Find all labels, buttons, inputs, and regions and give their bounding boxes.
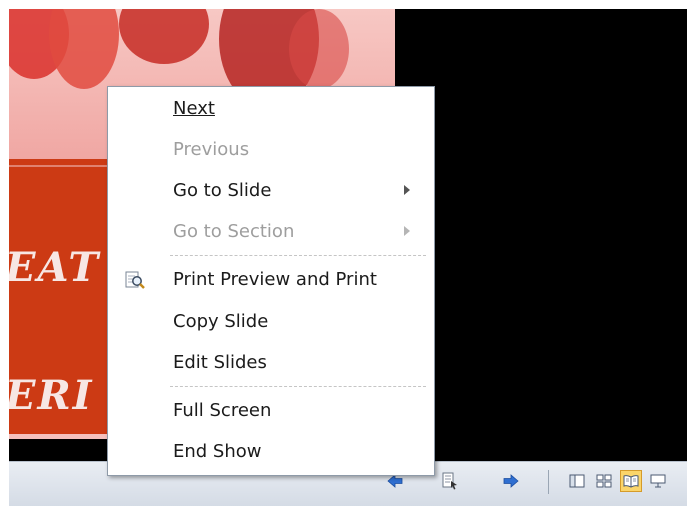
menu-item-go-to-slide[interactable]: Go to Slide (110, 173, 430, 209)
menu-item-previous: Previous (110, 132, 430, 168)
slide-menu-icon[interactable] (441, 472, 459, 490)
slide-decoration (289, 9, 349, 89)
menu-item-edit-slides[interactable]: Edit Slides (110, 345, 430, 381)
menu-item-label: Copy Slide (173, 311, 269, 332)
menu-item-next[interactable]: Next (110, 91, 430, 127)
print-preview-icon (124, 270, 146, 290)
slide-sorter-icon[interactable] (593, 470, 615, 492)
menu-item-end-show[interactable]: End Show (110, 434, 430, 470)
context-menu: Next Previous Go to Slide Go to Section (107, 86, 435, 476)
menu-item-go-to-section: Go to Section (110, 214, 430, 250)
menu-item-label: Next (173, 98, 215, 119)
menu-item-label: Previous (173, 139, 250, 160)
menu-separator (170, 386, 426, 387)
reading-view-window: EAT ERI Next Previous Go to Slide Go to … (9, 9, 687, 506)
normal-view-icon[interactable] (566, 470, 588, 492)
submenu-arrow-icon (404, 226, 410, 236)
menu-item-print-preview[interactable]: Print Preview and Print (110, 262, 430, 298)
menu-item-label: Go to Slide (173, 180, 272, 201)
arrow-right-icon[interactable] (502, 472, 520, 490)
menu-item-label: Full Screen (173, 400, 272, 421)
menu-item-label: Go to Section (173, 221, 295, 242)
slide-text-line2: ERI (9, 372, 94, 419)
submenu-arrow-icon (404, 185, 410, 195)
menu-item-label: End Show (173, 441, 262, 462)
reading-view-icon[interactable] (620, 470, 642, 492)
slideshow-view-icon[interactable] (647, 470, 669, 492)
slide-text-line1: EAT (9, 244, 101, 291)
menu-item-copy-slide[interactable]: Copy Slide (110, 304, 430, 340)
menu-item-label: Edit Slides (173, 352, 267, 373)
menu-item-label: Print Preview and Print (173, 269, 377, 290)
menu-item-full-screen[interactable]: Full Screen (110, 393, 430, 429)
status-bar-divider (548, 470, 549, 494)
menu-separator (170, 255, 426, 256)
